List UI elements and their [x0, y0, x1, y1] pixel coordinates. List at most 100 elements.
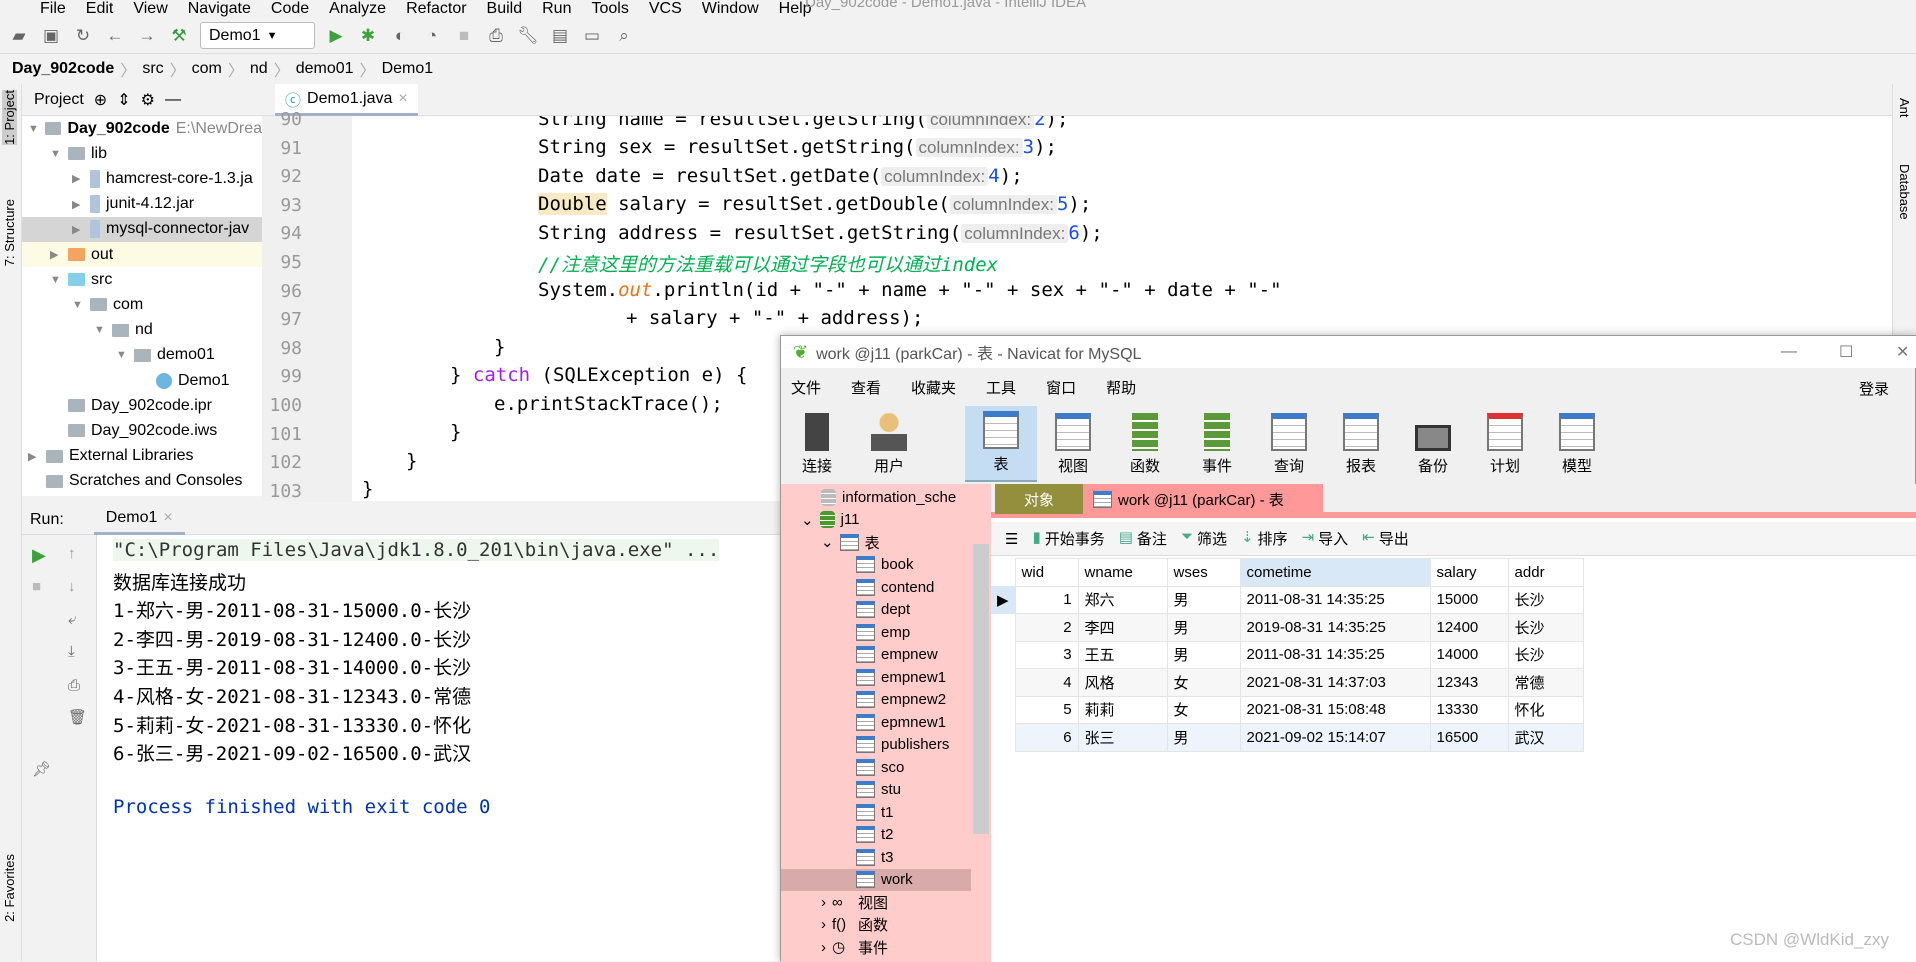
- chevron-down-icon[interactable]: ▼: [94, 324, 106, 336]
- tree-table-dept[interactable]: dept: [856, 599, 910, 621]
- tree-db-j11[interactable]: ⌄ j11: [801, 509, 859, 531]
- grid-cell[interactable]: 女: [1166, 668, 1241, 697]
- chevron-down-icon[interactable]: ▼: [116, 349, 128, 361]
- toolbar-用户[interactable]: 用户: [853, 406, 925, 482]
- scroll-to-end-icon[interactable]: ⤓: [68, 643, 75, 660]
- toolbar-查询[interactable]: 查询: [1253, 406, 1325, 482]
- print-icon[interactable]: ⎙: [68, 677, 80, 694]
- toolbar-视图[interactable]: 视图: [1037, 406, 1109, 482]
- grid-cell[interactable]: 男: [1166, 640, 1241, 669]
- tree-item[interactable]: Day_902code.ipr: [22, 393, 262, 418]
- tab-favorites[interactable]: 2: Favorites: [2, 854, 17, 922]
- gear-icon[interactable]: ⚙: [141, 90, 155, 110]
- menu-run[interactable]: Run: [542, 0, 571, 18]
- tab-ant[interactable]: Ant: [1897, 98, 1912, 118]
- tree-table-t1[interactable]: t1: [856, 801, 894, 823]
- column-header-wses[interactable]: wses: [1166, 558, 1241, 587]
- tab-project[interactable]: 1: Project: [2, 90, 17, 145]
- grid-cell[interactable]: 李四: [1077, 613, 1168, 642]
- chevron-down-icon[interactable]: ⌄: [801, 511, 814, 529]
- tree-item[interactable]: ▼ nd: [22, 318, 262, 343]
- grid-cell[interactable]: 郑六: [1077, 585, 1168, 614]
- grid-cell[interactable]: 2019-08-31 14:35:25: [1239, 613, 1431, 642]
- chevron-right-icon[interactable]: ▶: [50, 248, 62, 261]
- chevron-right-icon[interactable]: ▶: [72, 198, 84, 211]
- back-icon[interactable]: ←: [104, 25, 126, 47]
- tree-item[interactable]: ▶ External Libraries: [22, 444, 262, 469]
- tree-item[interactable]: ▼ demo01: [22, 343, 262, 368]
- tree-table-empnew2[interactable]: empnew2: [856, 689, 946, 711]
- chevron-right-icon[interactable]: ›: [821, 939, 826, 956]
- grid-cell[interactable]: 长沙: [1507, 585, 1584, 614]
- soft-wrap-icon[interactable]: ⤶: [68, 611, 76, 628]
- navicat-menu-item[interactable]: 帮助: [1106, 377, 1136, 398]
- tree-item[interactable]: Day_902code.iws: [22, 418, 262, 443]
- grid-cell[interactable]: 13330: [1429, 695, 1509, 724]
- breadcrumb-item[interactable]: nd: [250, 60, 268, 78]
- collapse-icon[interactable]: ⇕: [117, 90, 130, 110]
- project-view-dropdown[interactable]: Project: [34, 91, 84, 109]
- tree-group-funcs[interactable]: › f() 函数: [821, 914, 888, 936]
- run-config-dropdown[interactable]: Demo1 ▼: [200, 22, 315, 49]
- tree-table-empnew[interactable]: empnew: [856, 644, 938, 666]
- maximize-icon[interactable]: ☐: [1839, 342, 1853, 362]
- tree-item[interactable]: ▶ mysql-connector-jav: [22, 216, 262, 242]
- navicat-menu-item[interactable]: 查看: [851, 377, 881, 398]
- tree-table-stu[interactable]: stu: [856, 779, 901, 801]
- tree-table-t2[interactable]: t2: [856, 824, 894, 846]
- tree-tables-group[interactable]: ⌄ 表: [821, 531, 880, 553]
- tree-item[interactable]: ▶ junit-4.12.jar: [22, 192, 262, 217]
- grid-cell[interactable]: 5: [1014, 695, 1079, 724]
- build-hammer-icon[interactable]: ⚒: [168, 25, 190, 47]
- tab-objects[interactable]: 对象: [995, 484, 1083, 514]
- coverage-icon[interactable]: ◐: [389, 25, 411, 47]
- rerun-icon[interactable]: ▶: [32, 545, 46, 566]
- grid-cell[interactable]: 6: [1014, 723, 1079, 752]
- table-row[interactable]: 6 张三男 2021-09-02 15:14:07 16500 武汉: [991, 723, 1584, 752]
- menu-vcs[interactable]: VCS: [649, 0, 682, 18]
- debug-icon[interactable]: ✱: [357, 25, 379, 47]
- console-output[interactable]: "C:\Program Files\Java\jdk1.8.0_201\bin\…: [97, 535, 780, 961]
- chevron-right-icon[interactable]: ▶: [72, 172, 84, 185]
- grid-cell[interactable]: 12343: [1429, 668, 1509, 697]
- minimize-icon[interactable]: —: [165, 91, 181, 109]
- table-row[interactable]: 2 李四男 2019-08-31 14:35:25 12400 长沙: [991, 613, 1584, 642]
- locate-icon[interactable]: ⊕: [94, 90, 107, 110]
- run-icon[interactable]: ▶: [325, 25, 347, 47]
- tree-table-empnew1[interactable]: empnew1: [856, 666, 946, 688]
- tree-table-sco[interactable]: sco: [856, 756, 904, 778]
- grid-cell[interactable]: 女: [1166, 695, 1241, 724]
- action-begin-transaction-button[interactable]: ▮ 开始事务: [1032, 528, 1104, 549]
- grid-cell[interactable]: 2011-08-31 14:35:25: [1239, 585, 1431, 614]
- navicat-menu-item[interactable]: 收藏夹: [911, 377, 956, 398]
- row-selector[interactable]: [991, 723, 1016, 751]
- pin-icon[interactable]: 📌︎: [32, 760, 51, 778]
- tree-table-book[interactable]: book: [856, 554, 914, 576]
- action-memo-button[interactable]: ▤ 备注: [1119, 528, 1167, 549]
- navicat-menu-item[interactable]: 文件: [791, 377, 821, 398]
- action-export-button[interactable]: ⇤ 导出: [1362, 528, 1409, 549]
- wrench-icon[interactable]: 🔧︎: [517, 25, 539, 47]
- forward-icon[interactable]: →: [136, 25, 158, 47]
- row-selector[interactable]: [991, 641, 1016, 669]
- chevron-right-icon[interactable]: ▶: [72, 223, 84, 236]
- grid-cell[interactable]: 1: [1014, 585, 1079, 614]
- grid-cell[interactable]: 男: [1166, 613, 1241, 642]
- grid-cell[interactable]: 2021-09-02 15:14:07: [1239, 723, 1431, 752]
- grid-cell[interactable]: 2021-08-31 15:08:48: [1239, 695, 1431, 724]
- tree-item[interactable]: Scratches and Consoles: [22, 469, 262, 494]
- grid-cell[interactable]: 风格: [1077, 668, 1168, 697]
- action-import-button[interactable]: ⇥ 导入: [1302, 528, 1349, 549]
- action-sort-button[interactable]: ⇣ 排序: [1241, 528, 1288, 549]
- row-selector[interactable]: ▶: [991, 586, 1016, 614]
- column-header-salary[interactable]: salary: [1429, 558, 1509, 587]
- toolbar-模型[interactable]: 模型: [1541, 406, 1613, 482]
- chevron-down-icon[interactable]: ⌄: [821, 533, 834, 551]
- terminal-icon[interactable]: ▭: [581, 25, 603, 47]
- menu-build[interactable]: Build: [487, 0, 523, 18]
- chevron-down-icon[interactable]: ▼: [50, 274, 62, 286]
- profile-icon[interactable]: ◔: [421, 25, 443, 47]
- breadcrumb-item[interactable]: Demo1: [382, 60, 434, 78]
- tree-table-t3[interactable]: t3: [856, 846, 894, 868]
- grid-cell[interactable]: 15000: [1429, 585, 1509, 614]
